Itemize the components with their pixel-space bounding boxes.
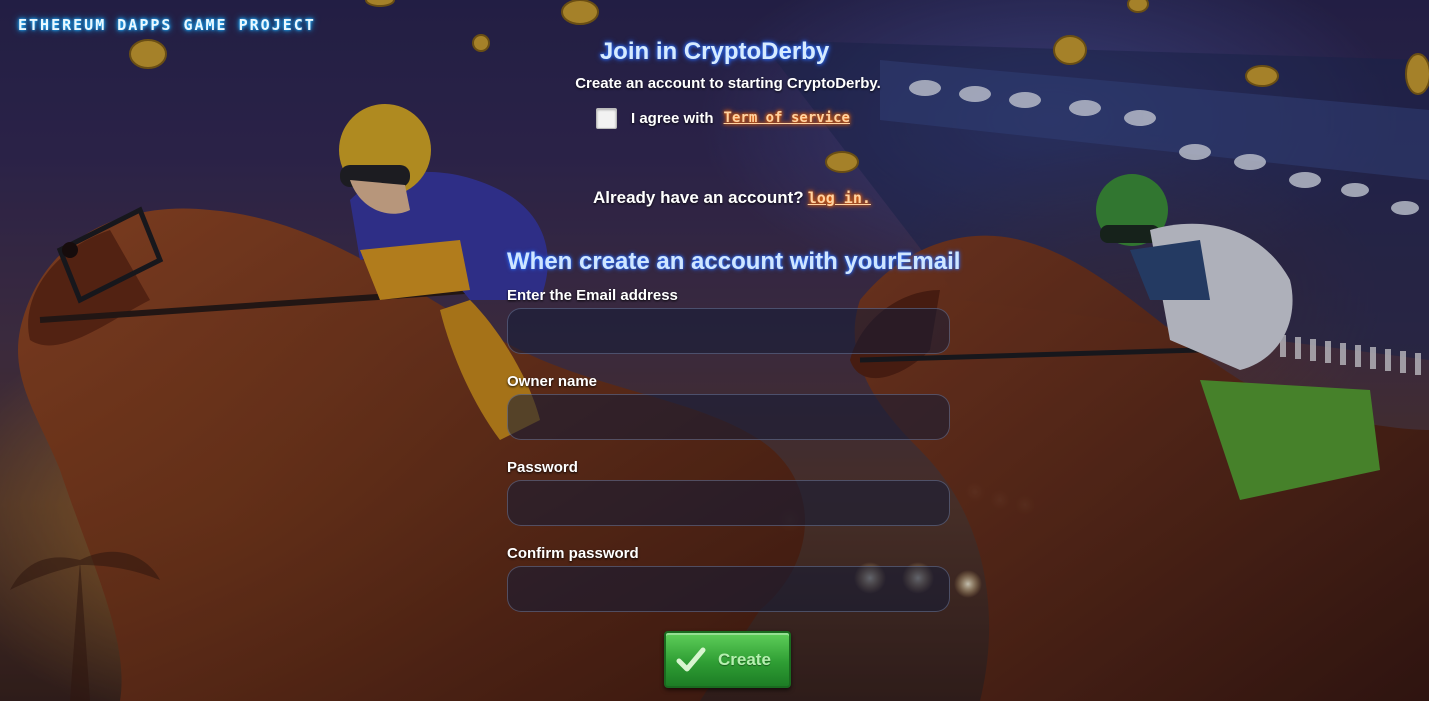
password-field[interactable] (507, 480, 950, 526)
confirm-password-label: Confirm password (507, 545, 639, 562)
page-subtitle: Create an account to starting CryptoDerb… (575, 75, 881, 92)
owner-name-field[interactable] (507, 394, 950, 440)
owner-name-label: Owner name (507, 373, 598, 390)
page-title: Join in CryptoDerby (599, 38, 830, 65)
email-label: Enter the Email address (507, 287, 678, 304)
login-link[interactable]: log in. (808, 189, 871, 207)
create-button-label: Create (718, 649, 771, 669)
agree-label: I agree with (631, 109, 714, 127)
terms-of-service-link[interactable]: Term of service (724, 110, 850, 126)
confirm-password-field[interactable] (507, 566, 950, 612)
signup-panel: Join in CryptoDerby Create an account to… (0, 0, 1429, 701)
create-button[interactable]: Create (664, 631, 791, 688)
password-label: Password (507, 459, 578, 476)
form-heading: When create an account with yourEmail (507, 248, 961, 275)
agree-checkbox[interactable] (596, 107, 617, 129)
email-field[interactable] (507, 308, 950, 354)
already-have-account: Already have an account? log in. (593, 188, 871, 208)
terms-agreement: I agree with Term of service (596, 106, 850, 130)
already-text: Already have an account? (593, 188, 804, 207)
check-icon (676, 647, 706, 671)
